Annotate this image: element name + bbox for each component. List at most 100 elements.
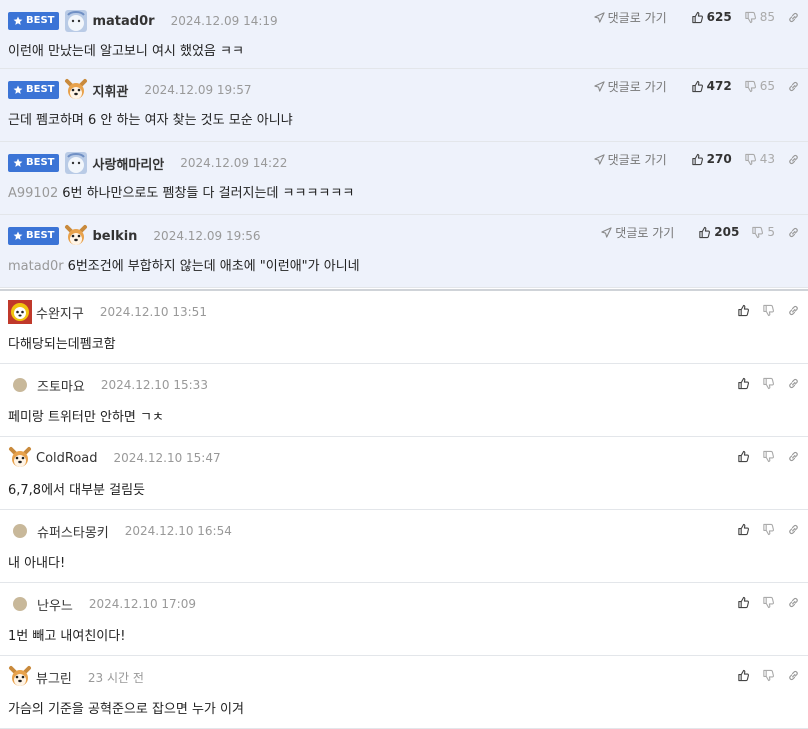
permalink-button[interactable]: [787, 450, 800, 463]
comment: 즈토마요 2024.12.10 15:33 페미랑 트위터만 안하면 ㄱㅊ: [0, 364, 808, 437]
star-icon: [13, 85, 23, 95]
link-icon: [787, 304, 800, 317]
permalink-button[interactable]: [787, 669, 800, 682]
avatar[interactable]: [11, 376, 29, 394]
upvote-button[interactable]: [737, 523, 750, 536]
comment-text: 이런애 만났는데 알고보니 여시 했었음 ㅋㅋ: [8, 40, 244, 59]
comment-date: 2024.12.10 17:09: [88, 597, 196, 611]
avatar[interactable]: [64, 151, 88, 175]
downvote-button[interactable]: 65: [744, 79, 775, 93]
downvote-button[interactable]: [762, 596, 775, 609]
thumbs-up-icon: [737, 523, 750, 536]
comment-meta: 난우느 2024.12.10 17:09: [8, 592, 196, 616]
upvote-button[interactable]: 205: [698, 225, 739, 239]
best-badge: BEST: [8, 227, 60, 245]
author-name[interactable]: 뷰그린: [36, 668, 72, 687]
comment-text: 페미랑 트위터만 안하면 ㄱㅊ: [8, 410, 164, 425]
author-name[interactable]: 즈토마요: [37, 376, 85, 395]
upvote-button[interactable]: [737, 596, 750, 609]
go-to-reply-label: 댓글로 가기: [607, 10, 667, 25]
comment-meta: 즈토마요 2024.12.10 15:33: [8, 373, 208, 397]
go-to-reply-label: 댓글로 가기: [615, 225, 675, 240]
avatar[interactable]: [11, 522, 29, 540]
thumbs-down-icon: [744, 80, 757, 93]
upvote-count: 205: [714, 225, 740, 239]
comment: 수완지구 2024.12.10 13:51 다해당되는데펨코함: [0, 291, 808, 364]
link-icon: [787, 153, 800, 166]
thumbs-up-icon: [698, 226, 711, 239]
upvote-button[interactable]: [737, 669, 750, 682]
downvote-button[interactable]: [762, 304, 775, 317]
comment-meta: 수완지구 2024.12.10 13:51: [8, 300, 207, 324]
upvote-button[interactable]: [737, 304, 750, 317]
go-to-reply-link[interactable]: 댓글로 가기: [594, 9, 667, 26]
go-to-reply-link[interactable]: 댓글로 가기: [594, 78, 667, 95]
comment-meta: BEST 지휘관 2024.12.09 19:57: [8, 78, 251, 102]
link-icon: [787, 226, 800, 239]
permalink-button[interactable]: [787, 304, 800, 317]
author-name[interactable]: 사랑해마리안: [92, 154, 164, 173]
comment-actions: [725, 301, 800, 319]
go-to-reply-link[interactable]: 댓글로 가기: [601, 224, 674, 241]
author-name[interactable]: 슈퍼스타몽키: [37, 522, 109, 541]
author-name[interactable]: belkin: [92, 229, 137, 244]
downvote-button[interactable]: 5: [751, 225, 775, 239]
star-icon: [13, 158, 23, 168]
comment-content: 6번조건에 부합하지 않는데 애초에 "이런애"가 아니네: [67, 259, 360, 274]
avatar[interactable]: [8, 300, 32, 324]
downvote-button[interactable]: [762, 669, 775, 682]
author-name[interactable]: 지휘관: [92, 81, 128, 100]
permalink-button[interactable]: [787, 523, 800, 536]
comment-content: 6번 하나만으로도 펨창들 다 걸러지는데 ㅋㅋㅋㅋㅋㅋ: [62, 186, 355, 201]
comment-meta: 뷰그린 23 시간 전: [8, 665, 144, 689]
author-name[interactable]: matad0r: [92, 14, 154, 29]
upvote-button[interactable]: [737, 450, 750, 463]
downvote-button[interactable]: 43: [744, 152, 775, 166]
permalink-button[interactable]: [787, 596, 800, 609]
permalink-button[interactable]: [787, 226, 800, 239]
reply-target[interactable]: A99102: [8, 186, 58, 201]
comment-date: 2024.12.09 14:22: [180, 156, 288, 170]
downvote-count: 85: [759, 10, 775, 24]
upvote-button[interactable]: 625: [691, 10, 732, 24]
comment-meta: BEST belkin 2024.12.09 19:56: [8, 224, 261, 248]
best-badge: BEST: [8, 12, 60, 30]
avatar[interactable]: [8, 446, 32, 470]
comment-actions: 댓글로 가기 625 85: [594, 8, 800, 26]
permalink-button[interactable]: [787, 153, 800, 166]
thumbs-down-icon: [762, 450, 775, 463]
link-icon: [787, 11, 800, 24]
go-to-reply-label: 댓글로 가기: [607, 152, 667, 167]
comment-actions: [725, 520, 800, 538]
link-icon: [787, 669, 800, 682]
avatar[interactable]: [8, 665, 32, 689]
comment-text: 1번 빼고 내여친이다!: [8, 629, 126, 644]
downvote-button[interactable]: [762, 523, 775, 536]
downvote-count: 5: [767, 225, 775, 239]
best-label: BEST: [26, 15, 55, 26]
avatar[interactable]: [64, 78, 88, 102]
thumbs-down-icon: [762, 596, 775, 609]
avatar[interactable]: [64, 9, 88, 33]
comment-meta: BEST matad0r 2024.12.09 14:19: [8, 9, 278, 33]
upvote-button[interactable]: [737, 377, 750, 390]
downvote-button[interactable]: [762, 450, 775, 463]
go-to-reply-link[interactable]: 댓글로 가기: [594, 151, 667, 168]
downvote-button[interactable]: [762, 377, 775, 390]
upvote-button[interactable]: 270: [691, 152, 732, 166]
permalink-button[interactable]: [787, 80, 800, 93]
downvote-button[interactable]: 85: [744, 10, 775, 24]
upvote-button[interactable]: 472: [691, 79, 732, 93]
comment-date: 2024.12.10 16:54: [124, 524, 232, 538]
thumbs-up-icon: [737, 450, 750, 463]
author-name[interactable]: 수완지구: [36, 303, 84, 322]
author-name[interactable]: 난우느: [37, 595, 73, 614]
author-name[interactable]: ColdRoad: [36, 451, 98, 466]
avatar[interactable]: [64, 224, 88, 248]
permalink-button[interactable]: [787, 377, 800, 390]
reply-target[interactable]: matad0r: [8, 259, 64, 274]
best-label: BEST: [26, 157, 55, 168]
permalink-button[interactable]: [787, 11, 800, 24]
avatar[interactable]: [11, 595, 29, 613]
comment: 뷰그린 23 시간 전 가슴의 기준을 공혁준으로 잡으면 누가 이겨: [0, 656, 808, 729]
